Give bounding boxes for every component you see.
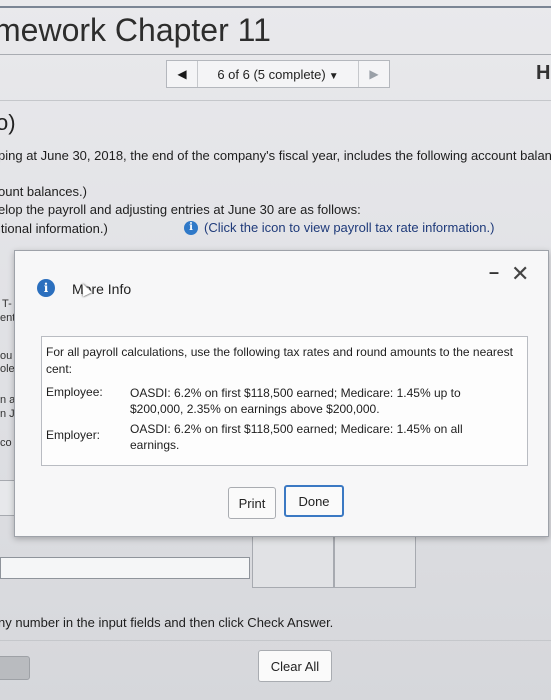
bottom-divider (0, 640, 551, 641)
page-title: mework Chapter 11 (0, 12, 271, 48)
background-fragment: T- (2, 298, 12, 310)
background-fragment: n J (0, 408, 15, 420)
tax-rate-intro: For all payroll calculations, use the fo… (46, 345, 513, 376)
question-text-line4: itional information.) (0, 221, 108, 236)
previous-question-button[interactable]: ◀ (167, 61, 198, 87)
clear-all-button[interactable]: Clear All (258, 650, 332, 682)
answer-cell[interactable] (252, 536, 334, 588)
background-fragment: co (0, 437, 12, 449)
info-icon: i (37, 279, 55, 297)
background-fragment: ou (0, 350, 13, 362)
header-divider (0, 54, 551, 55)
question-pager: ◀ 6 of 6 (5 complete) ▼ ▶ (166, 60, 390, 88)
question-heading: o) (0, 110, 16, 135)
caret-down-icon: ▼ (328, 70, 339, 82)
question-text-line3: elop the payroll and adjusting entries a… (0, 202, 361, 217)
more-info-dialog: i More Info – ✕ For all payroll calculat… (14, 250, 549, 537)
right-triangle-icon: ▶ (369, 67, 379, 81)
question-progress: 6 of 6 (5 complete) (217, 66, 326, 82)
question-text-line1: ping at June 30, 2018, the end of the co… (0, 148, 551, 163)
check-answer-button[interactable] (0, 656, 30, 680)
employee-rates: OASDI: 6.2% on first $118,500 earned; Me… (130, 386, 461, 416)
employer-rates: OASDI: 6.2% on first $118,500 earned; Me… (130, 422, 463, 452)
employer-label: Employer: (46, 428, 101, 442)
done-button[interactable]: Done (284, 485, 344, 517)
question-text-line2: ount balances.) (0, 184, 87, 199)
employee-label: Employee: (46, 385, 103, 399)
info-link-text: (Click the icon to view payroll tax rate… (204, 220, 495, 235)
instruction-text: ny number in the input fields and then c… (0, 615, 334, 630)
info-icon[interactable]: i (184, 220, 198, 235)
top-rule (0, 6, 551, 8)
background-fragment: ent (0, 312, 16, 324)
tax-rate-box: For all payroll calculations, use the fo… (41, 336, 528, 466)
help-button[interactable]: H (536, 62, 550, 85)
question-selector[interactable]: 6 of 6 (5 complete) ▼ (198, 67, 358, 82)
print-button[interactable]: Print (228, 487, 276, 519)
next-question-button[interactable]: ▶ (358, 61, 389, 87)
left-triangle-icon: ◀ (177, 67, 187, 81)
answer-cell[interactable] (334, 536, 416, 588)
background-fragment: n a (0, 394, 16, 406)
minimize-icon[interactable]: – (489, 263, 503, 281)
answer-input-field[interactable] (0, 557, 250, 579)
close-icon[interactable]: ✕ (511, 263, 529, 285)
payroll-tax-info-link[interactable]: i (Click the icon to view payroll tax ra… (184, 220, 494, 235)
section-divider (0, 100, 551, 101)
